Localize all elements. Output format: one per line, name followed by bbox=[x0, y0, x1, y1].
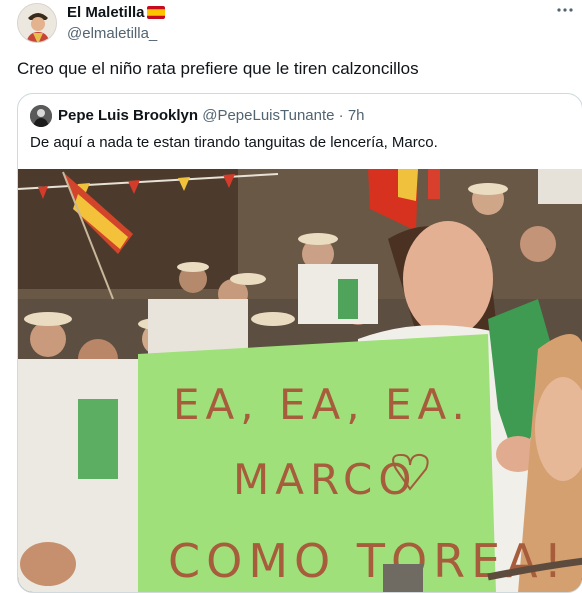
spain-flag-icon bbox=[146, 6, 165, 19]
dot-separator: · bbox=[338, 107, 344, 124]
quoted-tweet-time[interactable]: 7h bbox=[348, 107, 365, 124]
author-avatar[interactable] bbox=[17, 3, 57, 43]
quoted-tweet-text: De aquí a nada te estan tirando tanguita… bbox=[30, 134, 438, 151]
sign-line-3: COMO TOREA! bbox=[168, 534, 568, 588]
quoted-tweet-card[interactable]: Pepe Luis Brooklyn @PepeLuisTunante · 7h… bbox=[17, 93, 582, 593]
author-name-text: El Maletilla bbox=[67, 4, 145, 21]
sign-line-1: EA, EA, EA. bbox=[173, 380, 471, 429]
author-handle[interactable]: @elmaletilla_ bbox=[67, 25, 157, 42]
quoted-tweet-header: Pepe Luis Brooklyn @PepeLuisTunante · 7h bbox=[58, 107, 365, 124]
quoted-tweet-photo[interactable]: EA, EA, EA. MARCO COMO TOREA! bbox=[18, 169, 582, 592]
ellipsis-horizontal-icon[interactable] bbox=[554, 2, 576, 22]
author-name[interactable]: El Maletilla bbox=[67, 4, 165, 21]
quoted-author-name[interactable]: Pepe Luis Brooklyn bbox=[58, 107, 198, 124]
quoted-author-handle[interactable]: @PepeLuisTunante bbox=[202, 107, 334, 124]
sign-line-2: MARCO bbox=[233, 455, 417, 504]
tweet-text: Creo que el niño rata prefiere que le ti… bbox=[17, 59, 419, 78]
quoted-author-avatar[interactable] bbox=[30, 105, 52, 127]
tweet: El Maletilla @elmaletilla_ Creo que el n… bbox=[0, 0, 582, 593]
